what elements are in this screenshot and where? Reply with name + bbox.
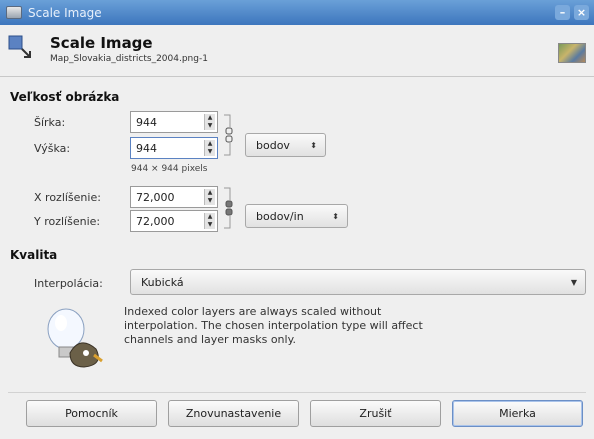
interpolation-note: Indexed color layers are always scaled w… bbox=[124, 305, 423, 346]
x-resolution-value: 72,000 bbox=[136, 190, 175, 204]
window-titlebar[interactable]: Scale Image – × bbox=[0, 0, 594, 25]
size-unit-value: bodov bbox=[256, 138, 290, 152]
pixel-dimensions: 944 × 944 pixels bbox=[131, 164, 208, 174]
height-label: Výška: bbox=[34, 142, 71, 155]
scale-image-dialog: Scale Image – × Scale Image Map_Slovakia… bbox=[0, 0, 594, 439]
scale-button[interactable]: Mierka bbox=[452, 400, 583, 427]
interpolation-select[interactable]: Kubická ▼ bbox=[130, 269, 586, 295]
width-stepper[interactable]: ▲ ▼ bbox=[204, 114, 215, 130]
interpolation-label: Interpolácia: bbox=[34, 277, 103, 290]
button-divider bbox=[8, 392, 586, 393]
scale-tool-icon bbox=[8, 35, 31, 58]
updown-icon: ⬍ bbox=[332, 211, 339, 221]
cancel-button[interactable]: Zrušiť bbox=[310, 400, 441, 427]
width-input[interactable]: 944 ▲ ▼ bbox=[130, 111, 218, 133]
image-name: Map_Slovakia_districts_2004.png-1 bbox=[50, 54, 208, 64]
x-resolution-label: X rozlíšenie: bbox=[34, 191, 101, 204]
quality-heading: Kvalita bbox=[10, 248, 58, 262]
width-label: Šírka: bbox=[34, 116, 66, 129]
y-resolution-input[interactable]: 72,000 ▲ ▼ bbox=[130, 210, 218, 232]
y-resolution-value: 72,000 bbox=[136, 214, 175, 228]
updown-icon: ⬍ bbox=[310, 140, 317, 150]
x-resolution-stepper[interactable]: ▲ ▼ bbox=[204, 189, 215, 205]
window-app-icon bbox=[6, 6, 22, 19]
size-unit-select[interactable]: bodov ⬍ bbox=[245, 133, 326, 157]
hint-lightbulb-icon bbox=[47, 308, 103, 368]
height-input[interactable]: 944 ▲ ▼ bbox=[130, 137, 218, 159]
height-value: 944 bbox=[136, 141, 157, 155]
height-stepper[interactable]: ▲ ▼ bbox=[204, 140, 215, 156]
interpolation-value: Kubická bbox=[141, 275, 184, 289]
resolution-unit-value: bodov/in bbox=[256, 209, 304, 223]
x-resolution-input[interactable]: 72,000 ▲ ▼ bbox=[130, 186, 218, 208]
minimize-icon[interactable]: – bbox=[555, 5, 570, 20]
size-chain-link-icon[interactable] bbox=[222, 113, 236, 157]
window-title: Scale Image bbox=[28, 5, 102, 20]
resolution-chain-link-icon[interactable] bbox=[222, 186, 236, 230]
width-value: 944 bbox=[136, 115, 157, 129]
help-button[interactable]: Pomocník bbox=[26, 400, 157, 427]
dialog-header: Scale Image Map_Slovakia_districts_2004.… bbox=[0, 25, 594, 77]
image-thumbnail bbox=[558, 43, 586, 63]
image-size-heading: Veľkosť obrázka bbox=[10, 90, 120, 104]
resolution-unit-select[interactable]: bodov/in ⬍ bbox=[245, 204, 348, 228]
dialog-title: Scale Image bbox=[50, 34, 153, 52]
reset-button[interactable]: Znovunastavenie bbox=[168, 400, 299, 427]
close-icon[interactable]: × bbox=[574, 5, 589, 20]
y-resolution-stepper[interactable]: ▲ ▼ bbox=[204, 213, 215, 229]
y-resolution-label: Y rozlíšenie: bbox=[34, 215, 101, 228]
dropdown-arrow-icon: ▼ bbox=[570, 277, 577, 287]
